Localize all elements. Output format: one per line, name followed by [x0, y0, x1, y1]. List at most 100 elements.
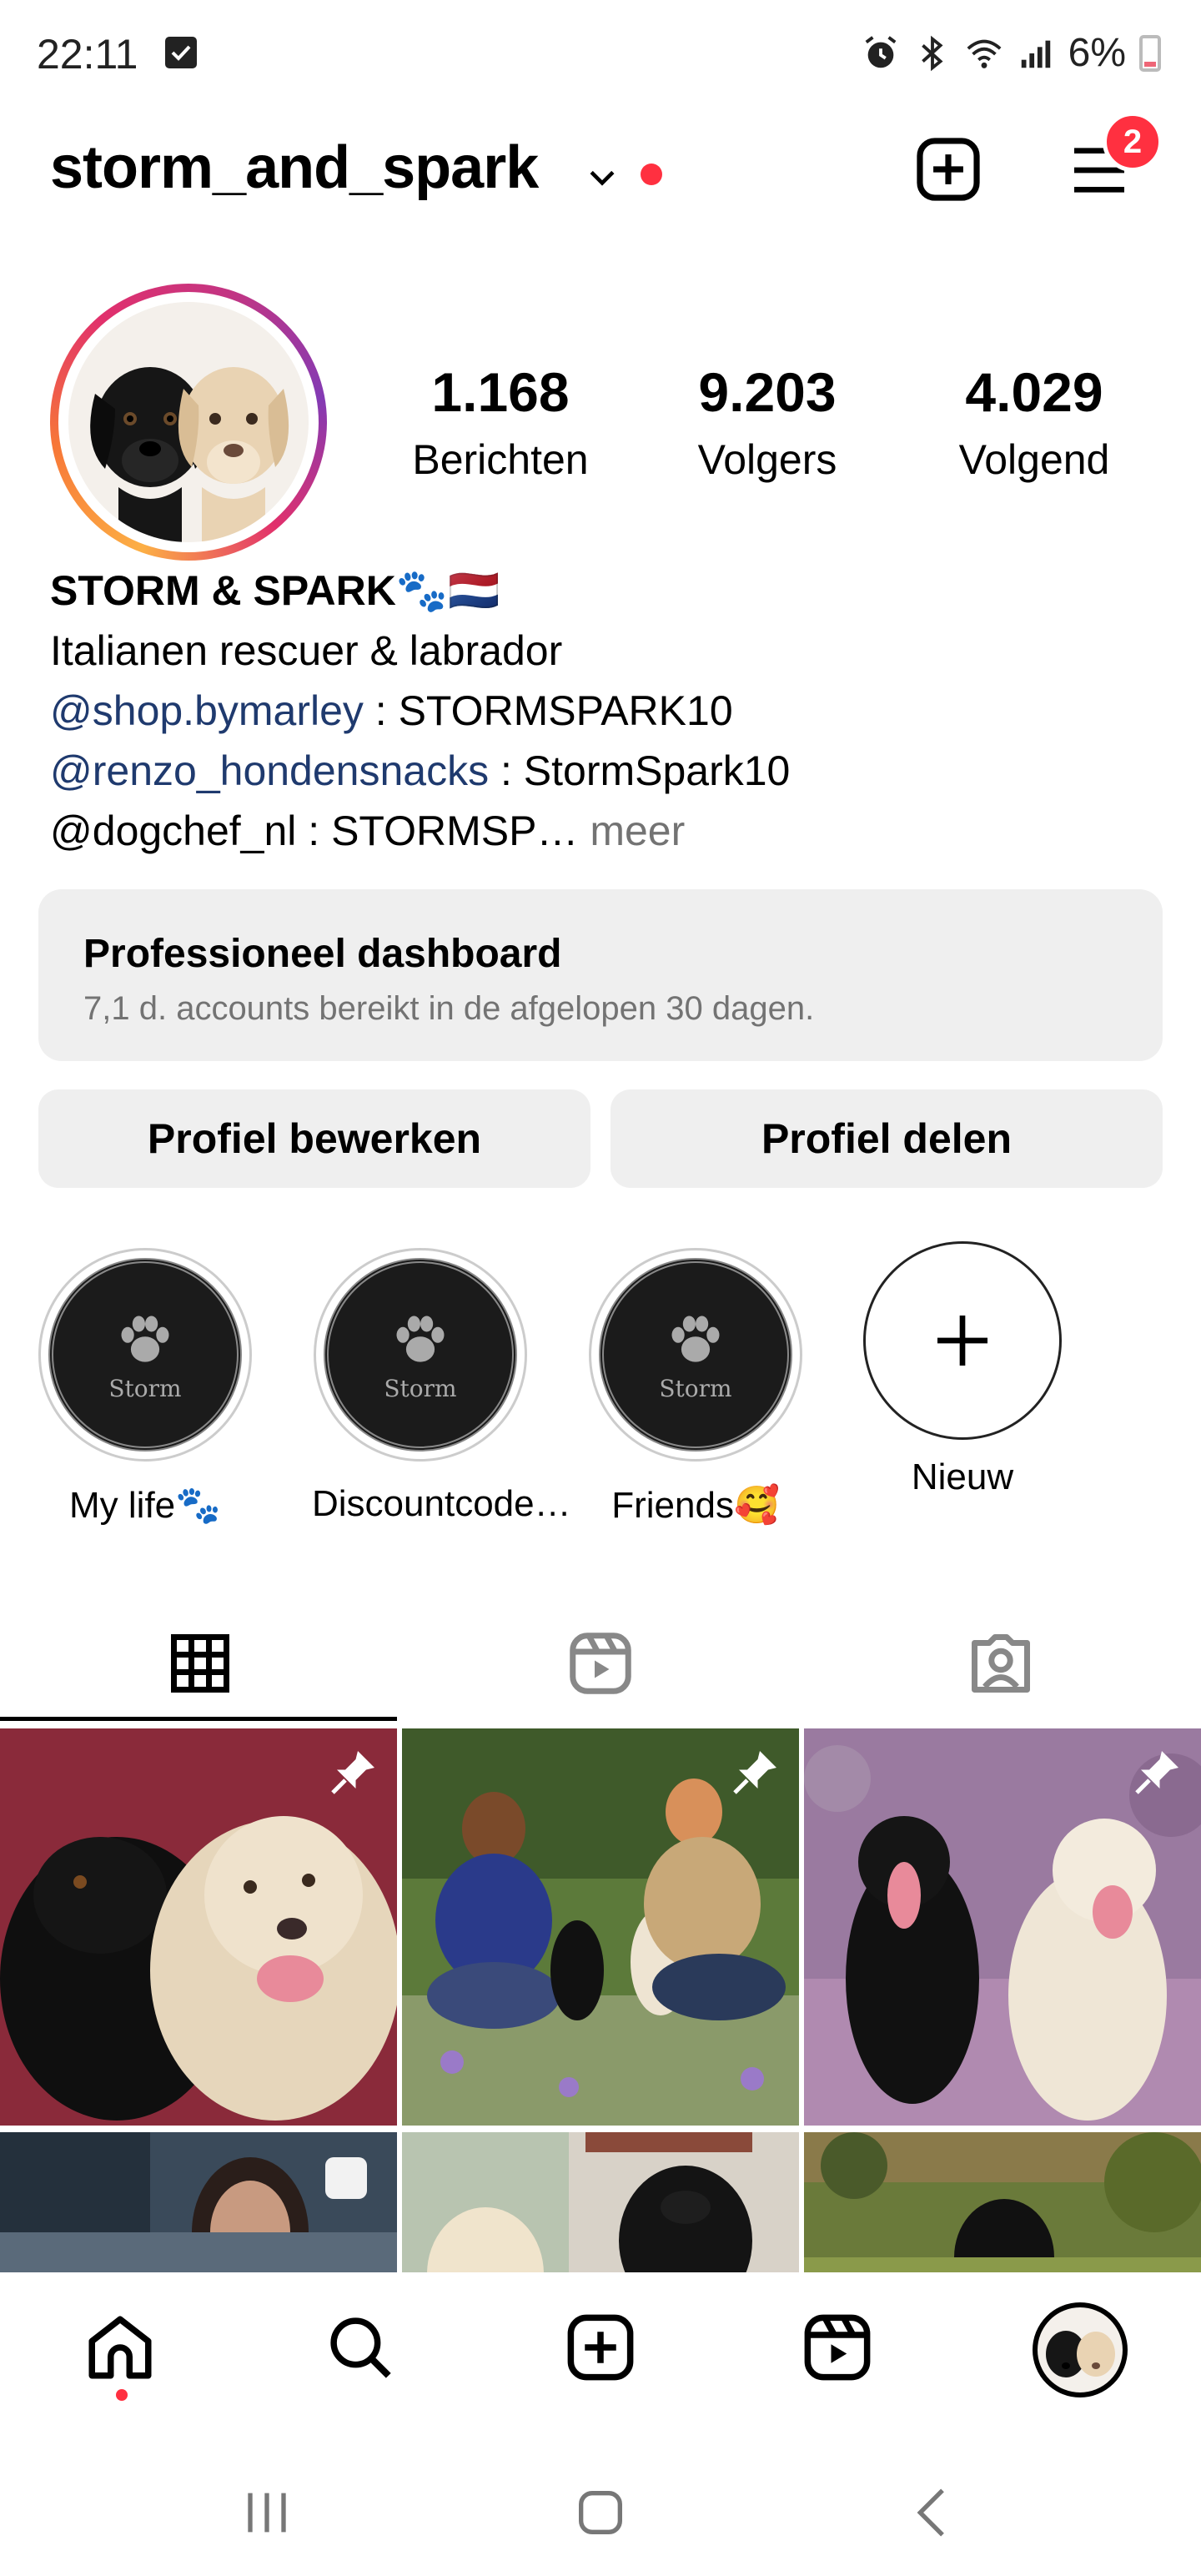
profile-display-name: STORM & SPARK🐾🇳🇱: [50, 567, 500, 614]
reels-icon: [570, 1633, 631, 1694]
checkbox-notification-icon: [165, 37, 197, 68]
stat-followers-label: Volgers: [697, 436, 837, 483]
highlight-label: My life🐾: [69, 1485, 221, 1526]
back-system-button[interactable]: [901, 2479, 967, 2546]
home-square-icon: [579, 2491, 622, 2534]
profile-stats: 1.168 Berichten 9.203 Volgers 4.029 Volg…: [367, 360, 1168, 484]
create-icon: [567, 2314, 634, 2381]
recent-apps-button[interactable]: [234, 2479, 300, 2546]
profile-bio: STORM & SPARK🐾🇳🇱 Italianen rescuer & lab…: [50, 561, 1159, 861]
nav-home[interactable]: [78, 2306, 162, 2389]
stat-posts-value: 1.168: [431, 361, 570, 423]
new-highlight-button[interactable]: [863, 1241, 1062, 1440]
stat-followers-value: 9.203: [698, 361, 837, 423]
grid-post[interactable]: [804, 2132, 1201, 2272]
grid-post[interactable]: [402, 1728, 799, 2126]
grid-icon: [171, 1634, 229, 1693]
profile-header: storm_and_spark 2: [0, 112, 1201, 217]
highlight-cover-text: Storm: [108, 1374, 182, 1402]
stat-following-value: 4.029: [965, 361, 1103, 423]
share-profile-button[interactable]: Profiel delen: [611, 1089, 1163, 1188]
status-bar: 22:11 6%: [0, 0, 1201, 108]
highlight-cover: Storm: [599, 1258, 792, 1452]
active-tab-indicator: [0, 1717, 397, 1721]
alarm-icon: [865, 35, 897, 68]
profile-avatar[interactable]: [50, 284, 327, 561]
grid-post[interactable]: [0, 1728, 397, 2126]
highlight-cover-text: Storm: [384, 1374, 457, 1402]
unread-dot: [641, 164, 662, 185]
stat-posts[interactable]: 1.168 Berichten: [367, 360, 634, 484]
bio-more-link[interactable]: meer: [578, 808, 685, 854]
professional-dashboard[interactable]: Professioneel dashboard 7,1 d. accounts …: [38, 889, 1163, 1061]
highlight-new[interactable]: Nieuw: [854, 1241, 1071, 1498]
bio-text: @dogchef_nl : STORMSP…: [50, 808, 579, 854]
avatar-illustration: [68, 302, 309, 542]
status-time: 22:11: [37, 31, 138, 78]
highlight-label: Discountcode…: [312, 1483, 571, 1524]
grid-post[interactable]: [402, 2132, 799, 2272]
tab-tagged[interactable]: [801, 1600, 1201, 1727]
status-icons: 6%: [862, 30, 1161, 76]
create-post-icon[interactable]: [912, 133, 984, 205]
back-arrow-icon: [917, 2488, 944, 2537]
highlight-cover-text: Storm: [659, 1374, 732, 1402]
bio-text: : STORMSPARK10: [363, 687, 733, 734]
nav-search[interactable]: [319, 2306, 402, 2389]
dashboard-title: Professioneel dashboard: [83, 932, 562, 976]
tagged-person-icon: [972, 1634, 1030, 1693]
bio-line: @shop.bymarley : STORMSPARK10: [50, 681, 1159, 741]
pinned-post-icon: [331, 1751, 374, 1794]
bio-line: @renzo_hondensnacks : StormSpark10: [50, 741, 1159, 801]
chevron-down-icon[interactable]: [584, 158, 621, 195]
profile-tabs: [0, 1600, 1201, 1727]
bottom-navigation: [0, 2272, 1201, 2423]
highlight-label: Nieuw: [911, 1457, 1014, 1497]
bio-line: @dogchef_nl : STORMSP… meer: [50, 801, 1159, 861]
wifi-icon: [967, 39, 1002, 68]
stat-following-label: Volgend: [958, 436, 1110, 483]
bio-mention-link[interactable]: @renzo_hondensnacks: [50, 747, 489, 794]
posts-grid: [0, 1728, 1201, 2272]
nav-profile-avatar[interactable]: [1033, 2302, 1128, 2397]
pinned-post-icon: [1135, 1751, 1178, 1794]
highlight-cover: Storm: [324, 1258, 517, 1452]
bio-line: Italianen rescuer & labrador: [50, 627, 563, 674]
grid-post[interactable]: [804, 1728, 1201, 2126]
paw-icon: [671, 1316, 720, 1362]
bio-mention-link[interactable]: @shop.bymarley: [50, 687, 364, 734]
dashboard-subtitle: 7,1 d. accounts bereikt in de afgelopen …: [83, 990, 815, 1027]
stat-posts-label: Berichten: [412, 436, 589, 483]
tab-reels[interactable]: [400, 1600, 801, 1727]
tab-posts-grid[interactable]: [0, 1600, 400, 1727]
highlight-friends[interactable]: Storm Friends🥰: [587, 1248, 804, 1527]
pinned-post-icon: [733, 1751, 776, 1794]
home-activity-dot: [116, 2389, 128, 2401]
nav-reels[interactable]: [796, 2306, 879, 2389]
search-icon: [330, 2317, 391, 2378]
reels-icon: [804, 2314, 871, 2381]
username-switcher[interactable]: storm_and_spark: [50, 133, 539, 202]
home-icon: [88, 2316, 152, 2379]
recent-apps-icon: [248, 2493, 286, 2533]
menu-notification-badge: 2: [1103, 112, 1163, 172]
bio-text: : StormSpark10: [489, 747, 791, 794]
highlight-my-life[interactable]: Storm My life🐾: [37, 1248, 254, 1527]
stat-followers[interactable]: 9.203 Volgers: [634, 360, 901, 484]
battery-icon: [1139, 34, 1161, 72]
highlight-label: Friends🥰: [611, 1485, 780, 1526]
highlight-discountcodes[interactable]: Storm Discountcode…: [312, 1248, 571, 1525]
grid-post[interactable]: [0, 2132, 397, 2272]
signal-icon: [1021, 40, 1050, 68]
system-navigation-bar: [0, 2436, 1201, 2576]
highlight-cover: Storm: [48, 1258, 242, 1452]
stat-following[interactable]: 4.029 Volgend: [901, 360, 1168, 484]
nav-create[interactable]: [559, 2306, 642, 2389]
paw-icon: [396, 1316, 445, 1362]
plus-icon: [937, 1316, 987, 1366]
home-system-button[interactable]: [567, 2479, 634, 2546]
battery-percentage: 6%: [1068, 31, 1126, 75]
paw-icon: [121, 1316, 169, 1362]
bluetooth-icon: [921, 35, 943, 71]
edit-profile-button[interactable]: Profiel bewerken: [38, 1089, 590, 1188]
